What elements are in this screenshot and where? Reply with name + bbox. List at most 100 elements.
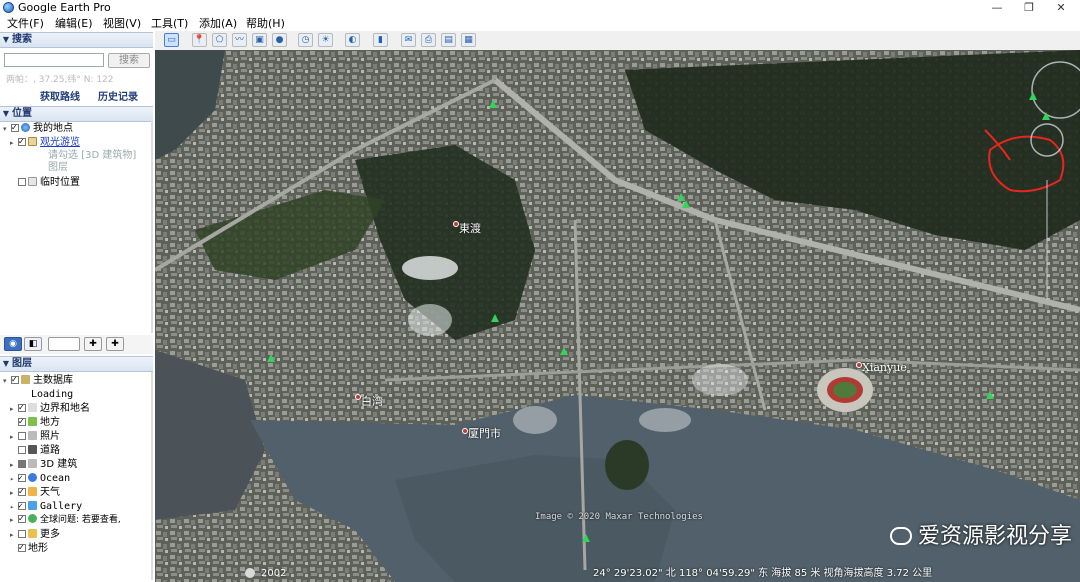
save-image-icon[interactable]: ▤ [441,33,456,47]
tree-marker-icon[interactable] [582,534,590,542]
search-input[interactable] [4,53,104,67]
get-directions-link[interactable]: 获取路线 [40,88,80,103]
ruler-icon[interactable]: ▮ [373,33,388,47]
star-icon [28,501,37,510]
tree-marker-icon[interactable] [489,100,497,108]
tour-icon[interactable]: ● [272,33,287,47]
overlay-icon[interactable]: ▣ [252,33,267,47]
tree-item-my-places[interactable]: ▾我的地点 [3,121,73,136]
map-view[interactable]: 東渡 白湾 厦門市 Xianyue Image © 2020 Maxar Tec… [155,50,1080,582]
email-icon[interactable]: ✉ [401,33,416,47]
place-label-xiamen-city[interactable]: 厦門市 [468,425,501,441]
globe-icon [28,514,37,523]
layer-item-roads[interactable]: 道路 [10,444,60,457]
tree-marker-icon[interactable] [986,391,994,399]
placemark-icon[interactable]: 📍 [192,33,207,47]
layer-item-places[interactable]: 地方 [10,415,60,429]
expand-icon[interactable]: ▸ [10,501,18,514]
tree-marker-icon[interactable] [682,200,690,208]
expand-icon[interactable]: ▸ [10,459,18,472]
coordinates-readout: 24° 29'23.02" 北 118° 04'59.29" 东 海拔 85 米… [593,568,933,579]
polygon-icon[interactable]: ⬠ [212,33,227,47]
planets-icon[interactable]: ◐ [345,33,360,47]
flag-icon [28,403,37,412]
layer-item-terrain[interactable]: 地形 [10,541,48,555]
checkbox[interactable] [18,530,26,538]
checkbox[interactable] [18,446,26,454]
sidebar-toggle-icon[interactable]: ▭ [164,33,179,47]
historical-imagery-icon[interactable]: ◷ [298,33,313,47]
checkbox[interactable] [18,432,26,440]
expand-icon[interactable]: ▸ [10,529,18,542]
maps-icon[interactable]: ▦ [461,33,476,47]
history-link[interactable]: 历史记录 [98,88,138,103]
move-down-icon[interactable]: ✚ [106,337,124,351]
checkbox[interactable] [18,415,26,428]
tree-item-temporary-places[interactable]: 临时位置 [10,176,80,189]
place-label-xianyue[interactable]: Xianyue [862,361,907,374]
toolbar: ▭ 📍 ⬠ 〰 ▣ ● ◷ ☀ ◐ ▮ ✉ ⎙ ▤ ▦ [155,31,1080,51]
menu-help[interactable]: 帮助(H) [246,16,285,31]
checkbox[interactable] [18,512,26,525]
tree-marker-icon[interactable] [560,347,568,355]
path-icon[interactable]: 〰 [232,33,247,47]
split-view-icon[interactable]: ◧ [24,337,42,351]
close-button[interactable]: ✕ [1046,0,1076,16]
checkbox[interactable] [11,373,19,386]
layer-item-borders[interactable]: ▸边界和地名 [10,401,90,416]
expand-icon[interactable]: ▾ [3,123,11,136]
expand-icon[interactable]: ▸ [10,514,18,527]
expand-icon[interactable]: ▸ [10,137,18,150]
quick-field[interactable] [48,337,80,351]
tree-marker-icon[interactable] [1029,92,1037,100]
menu-add[interactable]: 添加(A) [199,16,237,31]
checkbox[interactable] [18,135,26,148]
menu-view[interactable]: 视图(V) [103,16,141,31]
historical-clock-icon[interactable] [245,568,255,578]
minimize-button[interactable]: — [982,0,1012,16]
menu-tools[interactable]: 工具(T) [151,16,188,31]
title-bar: Google Earth Pro — ❐ ✕ [0,0,1080,16]
expand-icon[interactable]: ▾ [3,375,11,388]
layer-item-3d-buildings[interactable]: ▸ 3D 建筑 [10,458,77,471]
layer-item-ocean[interactable]: ▸Ocean [10,471,70,486]
tree-marker-icon[interactable] [267,354,275,362]
search-panel-header[interactable]: ▼ 搜索 [0,32,153,48]
tree-item-sightseeing[interactable]: ▸观光游览 [10,135,80,150]
search-button[interactable]: 搜索 [108,53,150,68]
layer-item-more[interactable]: ▸ 更多 [10,528,60,541]
layer-item-weather[interactable]: ▸天气 [10,485,60,500]
menu-file[interactable]: 文件(F) [7,16,44,31]
globe-icon [21,123,30,132]
layer-item-global-awareness[interactable]: ▸全球问题: 若要查看, [10,512,121,527]
layers-scrollbar[interactable] [151,372,153,580]
search-panel-icon[interactable]: ◉ [4,337,22,351]
tree-marker-icon[interactable] [1042,112,1050,120]
menu-edit[interactable]: 编辑(E) [55,16,93,31]
move-up-icon[interactable]: ✚ [84,337,102,351]
expand-icon[interactable]: ▸ [10,473,18,486]
checkbox[interactable] [18,485,26,498]
layer-item-primary-database[interactable]: ▾主数据库 [3,373,73,388]
sunlight-icon[interactable]: ☀ [318,33,333,47]
checkbox[interactable] [18,541,26,554]
place-label-baiwan[interactable]: 白湾 [361,393,383,409]
places-panel-header[interactable]: ▼ 位置 [0,106,153,122]
layer-item-photos[interactable]: ▸ 照片 [10,430,60,443]
expand-icon[interactable]: ▸ [10,403,18,416]
window-title: Google Earth Pro [18,1,111,14]
checkbox[interactable] [18,401,26,414]
checkbox[interactable] [18,499,26,512]
print-icon[interactable]: ⎙ [421,33,436,47]
places-scrollbar[interactable] [151,121,153,333]
place-label-dongdu[interactable]: 東渡 [459,220,481,236]
checkbox[interactable] [18,471,26,484]
checkbox[interactable] [18,460,26,468]
expand-icon[interactable]: ▸ [10,487,18,500]
checkbox[interactable] [18,178,26,186]
checkbox[interactable] [11,121,19,134]
tree-marker-icon[interactable] [491,314,499,322]
expand-icon[interactable]: ▸ [10,431,18,444]
layers-panel-header[interactable]: ▼ 图层 [0,356,153,372]
restore-button[interactable]: ❐ [1014,0,1044,16]
